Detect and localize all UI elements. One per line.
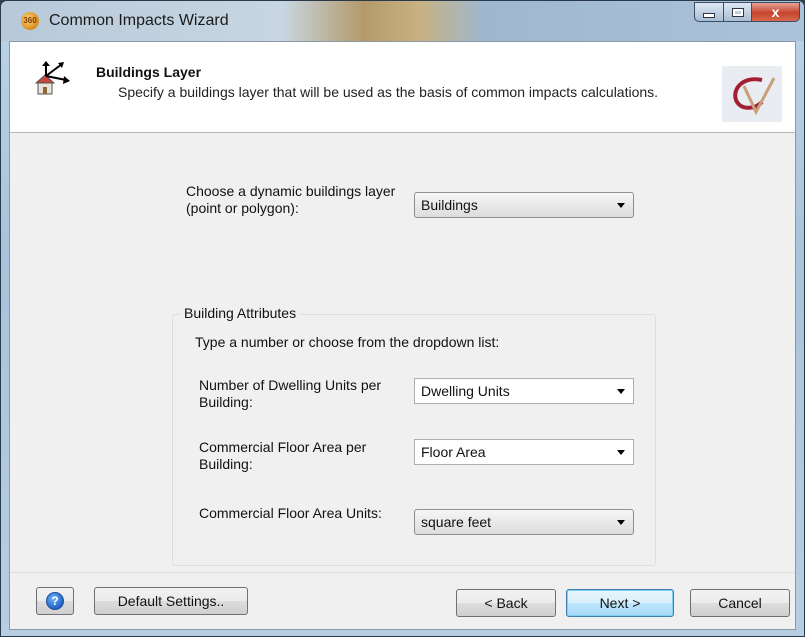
- chevron-down-icon: [617, 450, 625, 455]
- default-settings-button[interactable]: Default Settings..: [94, 587, 248, 615]
- floor-area-units-value: square feet: [421, 514, 492, 530]
- wizard-window: 360 Common Impacts Wizard x Buildings La…: [0, 0, 805, 637]
- floor-area-units-label: Commercial Floor Area Units:: [199, 505, 382, 521]
- page-description: Specify a buildings layer that will be u…: [118, 84, 659, 100]
- app-icon: 360: [21, 12, 39, 30]
- buildings-layer-value: Buildings: [421, 197, 478, 213]
- back-button[interactable]: < Back: [456, 589, 556, 617]
- help-button[interactable]: ?: [36, 587, 74, 615]
- minimize-button[interactable]: [694, 2, 724, 22]
- floor-area-dropdown[interactable]: Floor Area: [414, 439, 634, 465]
- chevron-down-icon: [617, 389, 625, 394]
- layer-label: Choose a dynamic buildings layer (point …: [186, 183, 396, 216]
- building-attributes-title: Building Attributes: [180, 305, 301, 321]
- maximize-icon: [731, 7, 744, 17]
- window-title: Common Impacts Wizard: [49, 12, 229, 29]
- cancel-button[interactable]: Cancel: [690, 589, 790, 617]
- close-button[interactable]: x: [752, 2, 800, 22]
- chevron-down-icon: [617, 520, 625, 525]
- wizard-client-area: Buildings Layer Specify a buildings laye…: [9, 41, 796, 630]
- footer-divider: [10, 572, 795, 573]
- maximize-button[interactable]: [724, 2, 752, 22]
- dwelling-units-value: Dwelling Units: [421, 383, 510, 399]
- building-arrows-icon: [34, 61, 70, 95]
- close-icon: x: [771, 4, 780, 20]
- floor-area-value: Floor Area: [421, 444, 486, 460]
- minimize-icon: [703, 12, 715, 18]
- next-button[interactable]: Next >: [566, 589, 674, 617]
- wizard-header: Buildings Layer Specify a buildings laye…: [10, 42, 795, 133]
- cv-logo: [722, 66, 782, 122]
- dwelling-units-label: Number of Dwelling Units per Building:: [199, 377, 382, 410]
- floor-area-units-dropdown[interactable]: square feet: [414, 509, 634, 535]
- title-bar[interactable]: 360 Common Impacts Wizard x: [1, 1, 804, 41]
- caption-buttons: x: [694, 2, 800, 24]
- wizard-content: Choose a dynamic buildings layer (point …: [10, 133, 795, 566]
- page-title: Buildings Layer: [96, 64, 202, 80]
- help-question-icon: ?: [46, 592, 64, 610]
- dwelling-units-dropdown[interactable]: Dwelling Units: [414, 378, 634, 404]
- floor-area-label: Commercial Floor Area per Building:: [199, 439, 367, 472]
- buildings-layer-dropdown[interactable]: Buildings: [414, 192, 634, 218]
- chevron-down-icon: [617, 203, 625, 208]
- attributes-instruction: Type a number or choose from the dropdow…: [195, 334, 500, 350]
